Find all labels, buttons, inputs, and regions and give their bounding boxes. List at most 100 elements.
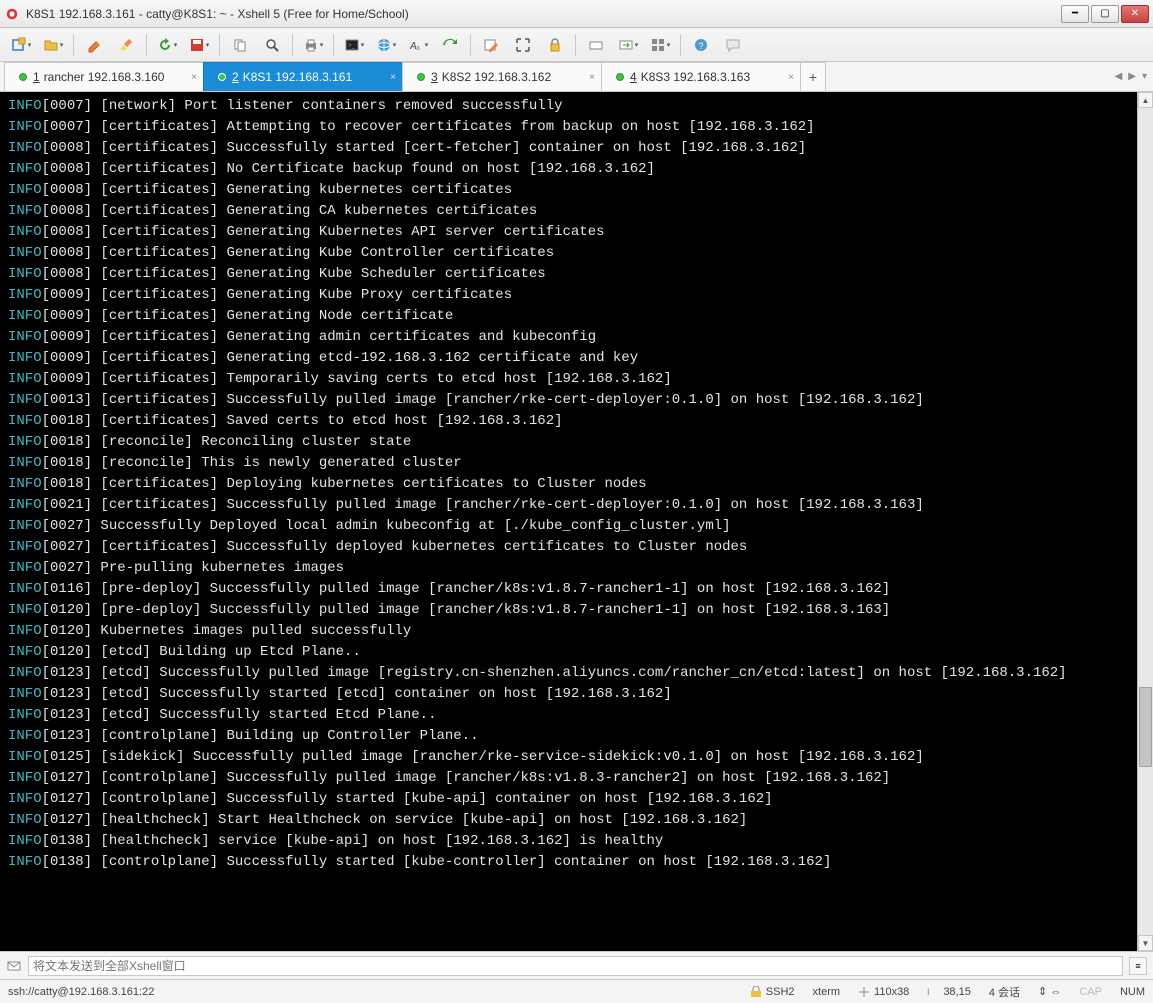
log-line: INFO[0018] [certificates] Saved certs to… bbox=[8, 411, 1129, 432]
tab-label: K8S3 192.168.3.163 bbox=[641, 70, 750, 84]
scroll-up-icon[interactable]: ▲ bbox=[1138, 92, 1153, 108]
fullscreen-icon[interactable] bbox=[508, 32, 538, 58]
add-tab-button[interactable]: + bbox=[800, 62, 826, 91]
window-title: K8S1 192.168.3.161 - catty@K8S1: ~ - Xsh… bbox=[26, 7, 1061, 21]
send-menu-button[interactable]: ≡ bbox=[1129, 957, 1147, 975]
scroll-down-icon[interactable]: ▼ bbox=[1138, 935, 1153, 951]
log-line: INFO[0027] [certificates] Successfully d… bbox=[8, 537, 1129, 558]
maximize-button[interactable]: ▢ bbox=[1091, 5, 1119, 23]
tab-label: rancher 192.168.3.160 bbox=[44, 70, 165, 84]
send-to-all-input[interactable] bbox=[28, 956, 1123, 976]
terminal-icon[interactable]: >_▾ bbox=[339, 32, 369, 58]
log-line: INFO[0008] [certificates] Generating CA … bbox=[8, 201, 1129, 222]
terminal-area: INFO[0007] [network] Port listener conta… bbox=[0, 92, 1153, 951]
transfer-icon[interactable]: ▾ bbox=[613, 32, 643, 58]
log-line: INFO[0123] [etcd] Successfully started [… bbox=[8, 684, 1129, 705]
properties-icon[interactable] bbox=[79, 32, 109, 58]
open-icon[interactable]: ▾ bbox=[38, 32, 68, 58]
copy-icon[interactable] bbox=[225, 32, 255, 58]
session-tab-4[interactable]: 4 K8S3 192.168.3.163 × bbox=[601, 62, 801, 91]
tab-nav: ◀ ▶ ▾ bbox=[1113, 62, 1149, 91]
refresh-icon[interactable]: ▾ bbox=[152, 32, 182, 58]
log-line: INFO[0008] [certificates] No Certificate… bbox=[8, 159, 1129, 180]
status-num: NUM bbox=[1120, 986, 1145, 998]
status-protocol: SSH2 bbox=[750, 986, 795, 998]
log-line: INFO[0021] [certificates] Successfully p… bbox=[8, 495, 1129, 516]
status-cap: CAP bbox=[1079, 986, 1102, 998]
save-icon[interactable]: ▾ bbox=[184, 32, 214, 58]
statusbar: ssh://catty@192.168.3.161:22 SSH2 xterm … bbox=[0, 979, 1153, 1003]
status-cursor: I 38,15 bbox=[927, 986, 971, 998]
log-line: INFO[0127] [controlplane] Successfully p… bbox=[8, 768, 1129, 789]
close-button[interactable]: ✕ bbox=[1121, 5, 1149, 23]
tab-close-icon[interactable]: × bbox=[589, 72, 595, 83]
log-line: INFO[0127] [controlplane] Successfully s… bbox=[8, 789, 1129, 810]
send-icon bbox=[6, 958, 22, 974]
scroll-track[interactable] bbox=[1138, 108, 1153, 935]
lock-icon[interactable] bbox=[540, 32, 570, 58]
log-line: INFO[0018] [reconcile] This is newly gen… bbox=[8, 453, 1129, 474]
log-line: INFO[0123] [etcd] Successfully started E… bbox=[8, 705, 1129, 726]
tab-number: 3 bbox=[431, 70, 438, 84]
log-line: INFO[0009] [certificates] Generating adm… bbox=[8, 327, 1129, 348]
svg-text:>_: >_ bbox=[348, 43, 356, 49]
log-line: INFO[0123] [controlplane] Building up Co… bbox=[8, 726, 1129, 747]
session-tab-1[interactable]: 1rancher 192.168.3.160× bbox=[4, 62, 204, 91]
log-line: INFO[0138] [healthcheck] service [kube-a… bbox=[8, 831, 1129, 852]
keyboard-icon[interactable] bbox=[581, 32, 611, 58]
help-icon[interactable]: ? bbox=[686, 32, 716, 58]
log-line: INFO[0009] [certificates] Generating Nod… bbox=[8, 306, 1129, 327]
tab-next-icon[interactable]: ▶ bbox=[1126, 69, 1138, 84]
tab-menu-icon[interactable]: ▾ bbox=[1140, 69, 1149, 84]
log-line: INFO[0018] [reconcile] Reconciling clust… bbox=[8, 432, 1129, 453]
tab-close-icon[interactable]: × bbox=[191, 72, 197, 83]
log-line: INFO[0120] [pre-deploy] Successfully pul… bbox=[8, 600, 1129, 621]
scroll-thumb[interactable] bbox=[1139, 687, 1152, 767]
svg-text:I: I bbox=[927, 987, 930, 997]
globe-icon[interactable]: ▾ bbox=[371, 32, 401, 58]
log-line: INFO[0008] [certificates] Successfully s… bbox=[8, 138, 1129, 159]
log-line: INFO[0116] [pre-deploy] Successfully pul… bbox=[8, 579, 1129, 600]
print-icon[interactable]: ▾ bbox=[298, 32, 328, 58]
search-icon[interactable] bbox=[257, 32, 287, 58]
new-session-icon[interactable]: ▾ bbox=[6, 32, 36, 58]
tab-prev-icon[interactable]: ◀ bbox=[1113, 69, 1125, 84]
log-line: INFO[0007] [certificates] Attempting to … bbox=[8, 117, 1129, 138]
scrollbar[interactable]: ▲ ▼ bbox=[1137, 92, 1153, 951]
connected-dot-icon bbox=[19, 73, 27, 81]
chat-icon[interactable] bbox=[718, 32, 748, 58]
log-line: INFO[0008] [certificates] Generating Kub… bbox=[8, 264, 1129, 285]
compose-icon[interactable] bbox=[476, 32, 506, 58]
log-line: INFO[0007] [network] Port listener conta… bbox=[8, 96, 1129, 117]
status-size: 110x38 bbox=[858, 986, 909, 998]
highlight-icon[interactable] bbox=[111, 32, 141, 58]
log-line: INFO[0027] Successfully Deployed local a… bbox=[8, 516, 1129, 537]
tabbar: 1rancher 192.168.3.160×2K8S1 192.168.3.1… bbox=[0, 62, 1153, 92]
status-arrows: ⇕ ⇔ bbox=[1038, 985, 1061, 998]
log-line: INFO[0009] [certificates] Generating Kub… bbox=[8, 285, 1129, 306]
svg-text:a: a bbox=[416, 45, 420, 52]
tile-icon[interactable]: ▾ bbox=[645, 32, 675, 58]
tab-close-icon[interactable]: × bbox=[390, 72, 396, 83]
log-line: INFO[0018] [certificates] Deploying kube… bbox=[8, 474, 1129, 495]
status-term: xterm bbox=[813, 986, 841, 998]
session-tab-3[interactable]: 3K8S2 192.168.3.162× bbox=[402, 62, 602, 91]
terminal-output[interactable]: INFO[0007] [network] Port listener conta… bbox=[0, 92, 1137, 951]
connected-dot-icon bbox=[218, 73, 226, 81]
session-tab-2[interactable]: 2K8S1 192.168.3.161× bbox=[203, 62, 403, 91]
log-line: INFO[0008] [certificates] Generating Kub… bbox=[8, 222, 1129, 243]
titlebar: K8S1 192.168.3.161 - catty@K8S1: ~ - Xsh… bbox=[0, 0, 1153, 28]
tab-close-icon[interactable]: × bbox=[788, 72, 794, 83]
status-connection: ssh://catty@192.168.3.161:22 bbox=[8, 986, 732, 998]
app-icon bbox=[4, 6, 20, 22]
window-controls: ━ ▢ ✕ bbox=[1061, 5, 1149, 23]
log-line: INFO[0127] [healthcheck] Start Healthche… bbox=[8, 810, 1129, 831]
reconnect-icon[interactable] bbox=[435, 32, 465, 58]
font-icon[interactable]: Aa▾ bbox=[403, 32, 433, 58]
log-line: INFO[0013] [certificates] Successfully p… bbox=[8, 390, 1129, 411]
log-line: INFO[0120] Kubernetes images pulled succ… bbox=[8, 621, 1129, 642]
connected-dot-icon bbox=[417, 73, 425, 81]
tab-label: K8S1 192.168.3.161 bbox=[243, 70, 352, 84]
minimize-button[interactable]: ━ bbox=[1061, 5, 1089, 23]
tab-number: 4 bbox=[630, 70, 637, 84]
